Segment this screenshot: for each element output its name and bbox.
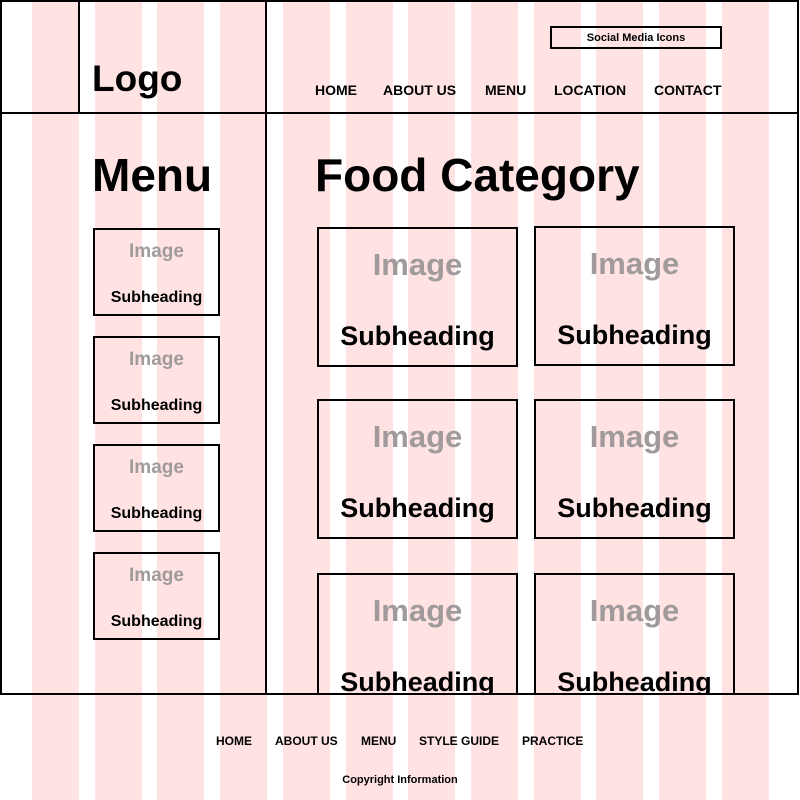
logo-divider — [78, 0, 80, 113]
social-media-label: Social Media Icons — [586, 31, 686, 44]
card-subheading: Subheading — [340, 321, 495, 351]
food-category-grid: Image Subheading Image Subheading Image … — [267, 114, 797, 693]
footer-nav-practice[interactable]: PRACTICE — [522, 734, 583, 748]
image-placeholder: Image — [589, 246, 680, 281]
card-subheading: Subheading — [110, 613, 203, 630]
image-placeholder: Image — [589, 593, 680, 628]
sidebar-card[interactable]: Image Subheading — [93, 228, 220, 316]
sidebar-card[interactable]: Image Subheading — [93, 552, 220, 640]
card-subheading: Subheading — [340, 667, 495, 693]
footer-nav-about-us[interactable]: ABOUT US — [275, 734, 338, 748]
card-subheading: Subheading — [557, 320, 712, 350]
nav-home[interactable]: HOME — [315, 82, 357, 98]
card-subheading: Subheading — [110, 289, 203, 306]
food-card[interactable]: Image Subheading — [534, 226, 735, 366]
sidebar-card[interactable]: Image Subheading — [93, 336, 220, 424]
image-placeholder: Image — [372, 247, 463, 282]
footer-nav-style-guide[interactable]: STYLE GUIDE — [419, 734, 499, 748]
nav-contact[interactable]: CONTACT — [654, 82, 721, 98]
food-card[interactable]: Image Subheading — [317, 573, 518, 693]
image-placeholder: Image — [129, 565, 184, 586]
social-media-icons[interactable]: Social Media Icons — [550, 26, 722, 49]
food-card[interactable]: Image Subheading — [317, 227, 518, 367]
nav-location[interactable]: LOCATION — [554, 82, 626, 98]
card-subheading: Subheading — [557, 493, 712, 523]
image-placeholder: Image — [372, 593, 463, 628]
image-placeholder: Image — [129, 241, 184, 262]
card-subheading: Subheading — [110, 397, 203, 414]
food-card[interactable]: Image Subheading — [534, 399, 735, 539]
sidebar-card[interactable]: Image Subheading — [93, 444, 220, 532]
sidebar-title: Menu — [92, 149, 213, 201]
card-subheading: Subheading — [340, 493, 495, 523]
nav-menu[interactable]: MENU — [485, 82, 526, 98]
footer-nav-menu[interactable]: MENU — [361, 734, 396, 748]
footer-nav-home[interactable]: HOME — [216, 734, 252, 748]
food-card[interactable]: Image Subheading — [534, 573, 735, 693]
image-placeholder: Image — [589, 419, 680, 454]
image-placeholder: Image — [129, 457, 184, 478]
image-placeholder: Image — [372, 419, 463, 454]
food-card[interactable]: Image Subheading — [317, 399, 518, 539]
logo[interactable]: Logo — [92, 58, 182, 100]
image-placeholder: Image — [129, 349, 184, 370]
card-subheading: Subheading — [557, 667, 712, 693]
copyright-info: Copyright Information — [342, 774, 458, 786]
nav-about-us[interactable]: ABOUT US — [383, 82, 456, 98]
card-subheading: Subheading — [110, 505, 203, 522]
